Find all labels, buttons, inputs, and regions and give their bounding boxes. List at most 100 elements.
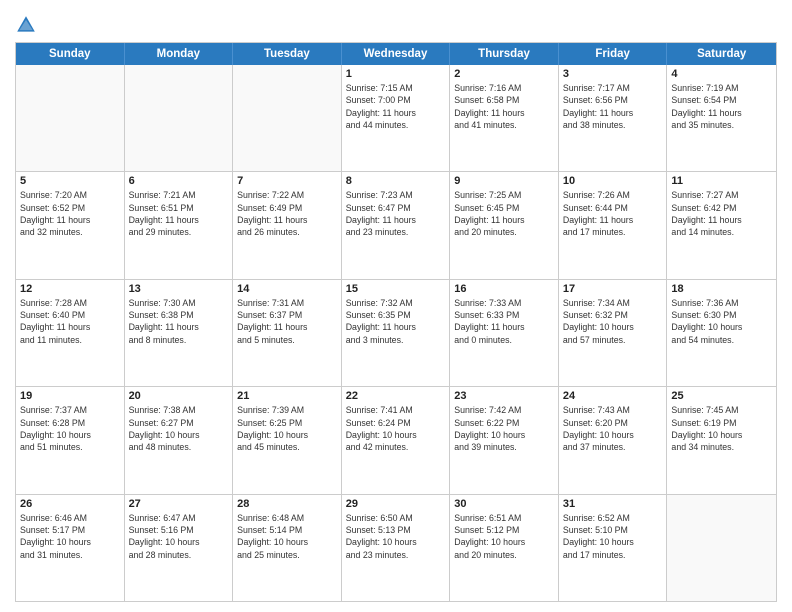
day-info: Sunrise: 7:42 AM Sunset: 6:22 PM Dayligh… (454, 404, 554, 453)
day-number: 24 (563, 390, 663, 402)
weekday-header-thursday: Thursday (450, 43, 559, 65)
calendar-day-4: 4Sunrise: 7:19 AM Sunset: 6:54 PM Daylig… (667, 65, 776, 171)
day-info: Sunrise: 7:19 AM Sunset: 6:54 PM Dayligh… (671, 82, 772, 131)
day-number: 22 (346, 390, 446, 402)
calendar-day-15: 15 Sunrise: 7:32 AM Sunset: 6:35 PM Dayli… (342, 280, 451, 386)
day-info: Sunrise: 7:45 AM Sunset: 6:19 PM Dayligh… (671, 404, 772, 453)
calendar-day-3: 3 Sunrise: 7:17 AM Sunset: 6:56 PM Daylig… (559, 65, 668, 171)
day-info: Sunrise: 7:15 AM Sunset: 7:00 PM Dayligh… (346, 82, 446, 131)
calendar-day-10: 10 Sunrise: 7:26 AM Sunset: 6:44 PM Dayli… (559, 172, 668, 278)
day-number: 15 (346, 283, 446, 295)
day-number: 1 (346, 68, 446, 80)
calendar-day-14: 14 Sunrise: 7:31 AM Sunset: 6:37 PM Dayli… (233, 280, 342, 386)
day-number: 9 (454, 175, 554, 187)
day-info: Sunrise: 6:52 AM Sunset: 5:10 PM Dayligh… (563, 512, 663, 561)
day-info: Sunrise: 7:26 AM Sunset: 6:44 PM Dayligh… (563, 189, 663, 238)
header (15, 10, 777, 36)
day-info: Sunrise: 7:16 AM Sunset: 6:58 PM Dayligh… (454, 82, 554, 131)
day-info: Sunrise: 6:51 AM Sunset: 5:12 PM Dayligh… (454, 512, 554, 561)
day-info: Sunrise: 7:21 AM Sunset: 6:51 PM Dayligh… (129, 189, 229, 238)
day-number: 16 (454, 283, 554, 295)
day-number: 27 (129, 498, 229, 510)
day-info: Sunrise: 7:38 AM Sunset: 6:27 PM Dayligh… (129, 404, 229, 453)
day-number: 26 (20, 498, 120, 510)
day-number: 11 (671, 175, 772, 187)
calendar-empty-cell (125, 65, 234, 171)
day-number: 12 (20, 283, 120, 295)
calendar-day-31: 31 Sunrise: 6:52 AM Sunset: 5:10 PM Dayli… (559, 495, 668, 601)
day-info: Sunrise: 7:32 AM Sunset: 6:35 PM Dayligh… (346, 297, 446, 346)
calendar-day-8: 8Sunrise: 7:23 AM Sunset: 6:47 PM Daylig… (342, 172, 451, 278)
day-number: 5 (20, 175, 120, 187)
calendar-day-7: 7 Sunrise: 7:22 AM Sunset: 6:49 PM Daylig… (233, 172, 342, 278)
calendar-empty-cell (16, 65, 125, 171)
day-info: Sunrise: 6:47 AM Sunset: 5:16 PM Dayligh… (129, 512, 229, 561)
day-number: 7 (237, 175, 337, 187)
day-info: Sunrise: 7:37 AM Sunset: 6:28 PM Dayligh… (20, 404, 120, 453)
day-info: Sunrise: 7:25 AM Sunset: 6:45 PM Dayligh… (454, 189, 554, 238)
calendar-day-1: 1 Sunrise: 7:15 AM Sunset: 7:00 PM Daylig… (342, 65, 451, 171)
day-info: Sunrise: 7:33 AM Sunset: 6:33 PM Dayligh… (454, 297, 554, 346)
day-number: 29 (346, 498, 446, 510)
calendar-day-19: 19 Sunrise: 7:37 AM Sunset: 6:28 PM Dayli… (16, 387, 125, 493)
day-number: 30 (454, 498, 554, 510)
calendar-day-13: 13Sunrise: 7:30 AM Sunset: 6:38 PM Dayli… (125, 280, 234, 386)
day-number: 10 (563, 175, 663, 187)
calendar-day-25: 25 Sunrise: 7:45 AM Sunset: 6:19 PM Dayli… (667, 387, 776, 493)
day-number: 25 (671, 390, 772, 402)
day-info: Sunrise: 6:48 AM Sunset: 5:14 PM Dayligh… (237, 512, 337, 561)
weekday-header-tuesday: Tuesday (233, 43, 342, 65)
calendar-day-17: 17Sunrise: 7:34 AM Sunset: 6:32 PM Dayli… (559, 280, 668, 386)
day-info: Sunrise: 7:31 AM Sunset: 6:37 PM Dayligh… (237, 297, 337, 346)
day-number: 2 (454, 68, 554, 80)
calendar-day-22: 22Sunrise: 7:41 AM Sunset: 6:24 PM Dayli… (342, 387, 451, 493)
day-number: 19 (20, 390, 120, 402)
calendar-day-18: 18 Sunrise: 7:36 AM Sunset: 6:30 PM Dayli… (667, 280, 776, 386)
day-info: Sunrise: 7:30 AM Sunset: 6:38 PM Dayligh… (129, 297, 229, 346)
day-number: 14 (237, 283, 337, 295)
day-number: 17 (563, 283, 663, 295)
calendar-day-9: 9 Sunrise: 7:25 AM Sunset: 6:45 PM Daylig… (450, 172, 559, 278)
weekday-header-monday: Monday (125, 43, 234, 65)
weekday-header-saturday: Saturday (667, 43, 776, 65)
day-info: Sunrise: 7:17 AM Sunset: 6:56 PM Dayligh… (563, 82, 663, 131)
day-number: 20 (129, 390, 229, 402)
day-info: Sunrise: 7:39 AM Sunset: 6:25 PM Dayligh… (237, 404, 337, 453)
calendar-empty-cell (233, 65, 342, 171)
calendar-day-12: 12 Sunrise: 7:28 AM Sunset: 6:40 PM Dayli… (16, 280, 125, 386)
day-number: 3 (563, 68, 663, 80)
weekday-header-wednesday: Wednesday (342, 43, 451, 65)
calendar-day-30: 30 Sunrise: 6:51 AM Sunset: 5:12 PM Dayli… (450, 495, 559, 601)
logo (15, 14, 40, 36)
day-number: 18 (671, 283, 772, 295)
day-info: Sunrise: 6:46 AM Sunset: 5:17 PM Dayligh… (20, 512, 120, 561)
page: SundayMondayTuesdayWednesdayThursdayFrid… (0, 0, 792, 612)
day-info: Sunrise: 7:27 AM Sunset: 6:42 PM Dayligh… (671, 189, 772, 238)
calendar-day-2: 2 Sunrise: 7:16 AM Sunset: 6:58 PM Daylig… (450, 65, 559, 171)
calendar-day-24: 24 Sunrise: 7:43 AM Sunset: 6:20 PM Dayli… (559, 387, 668, 493)
day-number: 31 (563, 498, 663, 510)
calendar-day-21: 21Sunrise: 7:39 AM Sunset: 6:25 PM Dayli… (233, 387, 342, 493)
weekday-header-friday: Friday (559, 43, 668, 65)
calendar: SundayMondayTuesdayWednesdayThursdayFrid… (15, 42, 777, 602)
calendar-week-4: 19 Sunrise: 7:37 AM Sunset: 6:28 PM Dayli… (16, 386, 776, 493)
day-info: Sunrise: 6:50 AM Sunset: 5:13 PM Dayligh… (346, 512, 446, 561)
day-info: Sunrise: 7:20 AM Sunset: 6:52 PM Dayligh… (20, 189, 120, 238)
calendar-week-5: 26 Sunrise: 6:46 AM Sunset: 5:17 PM Dayli… (16, 494, 776, 601)
day-info: Sunrise: 7:28 AM Sunset: 6:40 PM Dayligh… (20, 297, 120, 346)
calendar-body: 1 Sunrise: 7:15 AM Sunset: 7:00 PM Daylig… (16, 65, 776, 601)
calendar-day-6: 6 Sunrise: 7:21 AM Sunset: 6:51 PM Daylig… (125, 172, 234, 278)
day-info: Sunrise: 7:22 AM Sunset: 6:49 PM Dayligh… (237, 189, 337, 238)
day-info: Sunrise: 7:36 AM Sunset: 6:30 PM Dayligh… (671, 297, 772, 346)
logo-icon (15, 14, 37, 36)
calendar-day-11: 11 Sunrise: 7:27 AM Sunset: 6:42 PM Dayli… (667, 172, 776, 278)
day-number: 28 (237, 498, 337, 510)
calendar-day-26: 26 Sunrise: 6:46 AM Sunset: 5:17 PM Dayli… (16, 495, 125, 601)
day-info: Sunrise: 7:43 AM Sunset: 6:20 PM Dayligh… (563, 404, 663, 453)
calendar-header: SundayMondayTuesdayWednesdayThursdayFrid… (16, 43, 776, 65)
day-number: 6 (129, 175, 229, 187)
day-number: 8 (346, 175, 446, 187)
calendar-week-1: 1 Sunrise: 7:15 AM Sunset: 7:00 PM Daylig… (16, 65, 776, 171)
calendar-day-28: 28 Sunrise: 6:48 AM Sunset: 5:14 PM Dayli… (233, 495, 342, 601)
weekday-header-sunday: Sunday (16, 43, 125, 65)
